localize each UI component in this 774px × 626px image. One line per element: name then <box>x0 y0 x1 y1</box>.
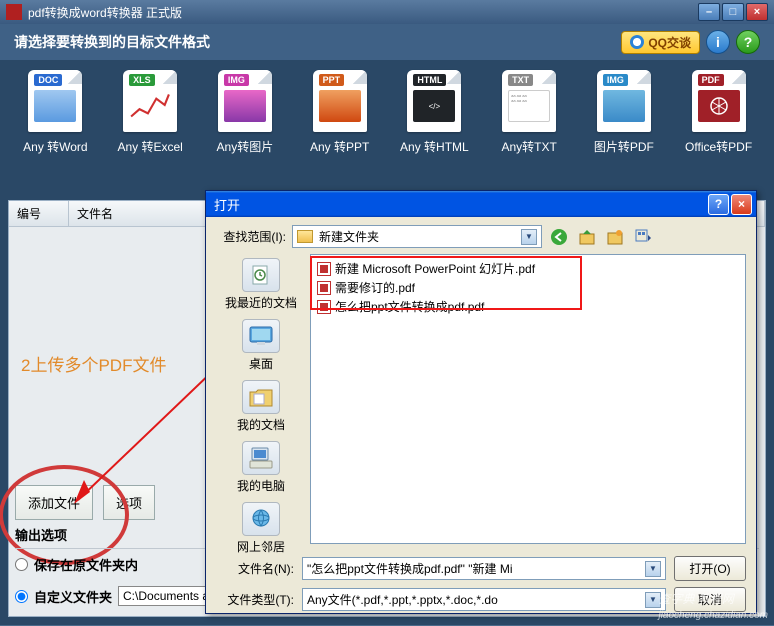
radio-keep-label: 保存在原文件夹内 <box>34 555 138 574</box>
radio-custom-folder[interactable] <box>15 590 28 603</box>
converter-ppt[interactable]: PPT Any 转PPT <box>298 70 381 155</box>
maximize-button[interactable]: □ <box>722 3 744 21</box>
titlebar: pdf转换成word转换器 正式版 – □ × <box>0 0 774 24</box>
open-dialog: 打开 ? × 查找范围(I): 新建文件夹 ▼ <box>205 190 757 614</box>
info-button[interactable]: i <box>706 30 730 54</box>
converter-html[interactable]: HTML</> Any 转HTML <box>393 70 476 155</box>
mydocs-icon <box>242 380 280 414</box>
place-mycomputer[interactable]: 我的电脑 <box>237 441 285 494</box>
dialog-close-button[interactable]: × <box>731 194 752 215</box>
converter-word[interactable]: DOC Any 转Word <box>14 70 97 155</box>
dialog-help-button[interactable]: ? <box>708 194 729 215</box>
qq-chat-button[interactable]: QQ交谈 <box>621 31 700 54</box>
lookin-label: 查找范围(I): <box>216 228 286 245</box>
converter-office2pdf[interactable]: PDF Office转PDF <box>677 70 760 155</box>
filename-value: "怎么把ppt文件转换成pdf.pdf" "新建 Mi <box>307 560 513 577</box>
chevron-down-icon[interactable]: ▼ <box>521 229 537 245</box>
place-mydocs[interactable]: 我的文档 <box>237 380 285 433</box>
file-list[interactable]: 新建 Microsoft PowerPoint 幻灯片.pdf 需要修订的.pd… <box>310 254 746 544</box>
app-logo-icon <box>6 4 22 20</box>
filename-combo[interactable]: "怎么把ppt文件转换成pdf.pdf" "新建 Mi ▼ <box>302 557 666 580</box>
filename-label: 文件名(N): <box>216 560 294 577</box>
pdf-icon <box>317 262 331 276</box>
recent-icon <box>242 258 280 292</box>
pdf-icon <box>317 300 331 314</box>
nav-up-button[interactable] <box>576 226 598 248</box>
pdf-icon <box>317 281 331 295</box>
desktop-icon <box>242 319 280 353</box>
converter-excel[interactable]: XLS Any 转Excel <box>109 70 192 155</box>
upload-hint: 2上传多个PDF文件 <box>21 351 166 376</box>
network-icon <box>242 502 280 536</box>
filetype-value: Any文件(*.pdf,*.ppt,*.pptx,*.doc,*.do <box>307 591 498 608</box>
lookin-value: 新建文件夹 <box>319 228 379 245</box>
view-menu-button[interactable] <box>632 226 654 248</box>
dialog-title: 打开 <box>214 195 240 214</box>
filetype-combo[interactable]: Any文件(*.pdf,*.ppt,*.pptx,*.doc,*.do ▼ <box>302 588 666 611</box>
converter-img2pdf[interactable]: IMG 图片转PDF <box>583 70 666 155</box>
watermark: 查字典 教程网 jiaocheng.chazidian.com <box>658 590 768 621</box>
place-recent[interactable]: 我最近的文档 <box>225 258 297 311</box>
chevron-down-icon[interactable]: ▼ <box>645 561 661 577</box>
place-desktop[interactable]: 桌面 <box>242 319 280 372</box>
file-item[interactable]: 需要修订的.pdf <box>315 278 741 297</box>
places-bar: 我最近的文档 桌面 我的文档 我的电脑 网上邻居 <box>216 254 306 544</box>
place-network[interactable]: 网上邻居 <box>237 502 285 555</box>
open-button[interactable]: 打开(O) <box>674 556 746 581</box>
radio-custom-label: 自定义文件夹 <box>34 587 112 606</box>
col-number: 编号 <box>9 201 69 226</box>
help-button[interactable]: ? <box>736 30 760 54</box>
close-button[interactable]: × <box>746 3 768 21</box>
options-button[interactable]: 选项 <box>103 485 155 520</box>
converter-txt[interactable]: TXTaa aa aaaa aa aa Any转TXT <box>488 70 571 155</box>
filetype-label: 文件类型(T): <box>216 591 294 608</box>
qq-icon <box>630 35 644 49</box>
subtitle-text: 请选择要转换到的目标文件格式 <box>14 32 210 52</box>
nav-back-button[interactable] <box>548 226 570 248</box>
radio-keep-folder[interactable] <box>15 558 28 571</box>
file-item[interactable]: 怎么把ppt文件转换成pdf.pdf <box>315 297 741 316</box>
converter-row: DOC Any 转Word XLS Any 转Excel IMG Any转图片 … <box>0 60 774 165</box>
lookin-combo[interactable]: 新建文件夹 ▼ <box>292 225 542 248</box>
computer-icon <box>242 441 280 475</box>
converter-image[interactable]: IMG Any转图片 <box>204 70 287 155</box>
subtitle-bar: 请选择要转换到的目标文件格式 QQ交谈 i ? <box>0 24 774 60</box>
window-title: pdf转换成word转换器 正式版 <box>28 4 182 21</box>
new-folder-button[interactable] <box>604 226 626 248</box>
minimize-button[interactable]: – <box>698 3 720 21</box>
folder-icon <box>297 230 313 243</box>
add-file-button[interactable]: 添加文件 <box>15 485 93 520</box>
dialog-titlebar: 打开 ? × <box>206 191 756 217</box>
file-item[interactable]: 新建 Microsoft PowerPoint 幻灯片.pdf <box>315 259 741 278</box>
